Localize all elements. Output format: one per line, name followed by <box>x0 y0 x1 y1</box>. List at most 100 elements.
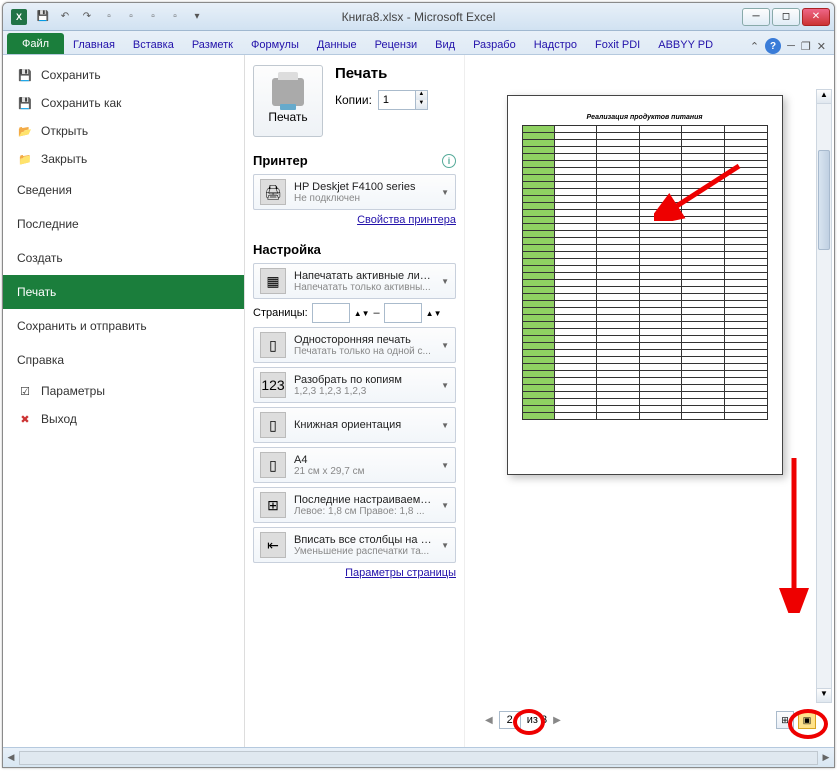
qat-save-icon[interactable]: 💾 <box>35 9 51 25</box>
scroll-thumb[interactable] <box>818 150 830 250</box>
tab-data[interactable]: Данные <box>308 34 366 54</box>
qat-btn[interactable]: ▫ <box>167 9 183 25</box>
copies-label: Копии: <box>335 93 372 107</box>
print-button[interactable]: Печать <box>253 65 323 137</box>
printer-device-icon: 🖨 <box>260 179 286 205</box>
tab-layout[interactable]: Разметк <box>183 34 242 54</box>
qat-btn[interactable]: ▫ <box>145 9 161 25</box>
margins-icon: ⊞ <box>260 492 286 518</box>
hscroll-right-icon[interactable]: ▶ <box>818 752 834 763</box>
printer-properties-link[interactable]: Свойства принтера <box>253 214 456 226</box>
copies-input[interactable] <box>379 91 415 109</box>
collate-icon: 123 <box>260 372 286 398</box>
page-icon: ▯ <box>260 332 286 358</box>
ribbon-collapse-icon[interactable]: ⌃ <box>750 40 759 53</box>
scaling-select[interactable]: ⇤ Вписать все столбцы на одн...Уменьшени… <box>253 527 456 563</box>
titlebar: X 💾 ↶ ↷ ▫ ▫ ▫ ▫ ▾ Книга8.xlsx - Microsof… <box>3 3 834 31</box>
chevron-down-icon: ▼ <box>441 541 449 550</box>
tab-formulas[interactable]: Формулы <box>242 34 308 54</box>
chevron-down-icon: ▼ <box>441 277 449 286</box>
tab-file[interactable]: Файл <box>7 33 64 54</box>
sidebar-save[interactable]: 💾Сохранить <box>3 61 244 89</box>
sides-select[interactable]: ▯ Односторонняя печатьПечатать только на… <box>253 327 456 363</box>
help-icon[interactable]: ? <box>765 38 781 54</box>
quick-access-toolbar: 💾 ↶ ↷ ▫ ▫ ▫ ▫ ▾ <box>35 9 205 25</box>
scroll-down-icon[interactable]: ▼ <box>817 688 831 702</box>
collate-select[interactable]: 123 Разобрать по копиям1,2,3 1,2,3 1,2,3… <box>253 367 456 403</box>
sidebar-saveas[interactable]: 💾Сохранить как <box>3 89 244 117</box>
qat-dropdown-icon[interactable]: ▾ <box>189 9 205 25</box>
margins-select[interactable]: ⊞ Последние настраиваемые ...Левое: 1,8 … <box>253 487 456 523</box>
fit-icon: ⇤ <box>260 532 286 558</box>
tab-insert[interactable]: Вставка <box>124 34 183 54</box>
chevron-down-icon: ▼ <box>441 421 449 430</box>
exit-icon: ✖ <box>17 411 33 427</box>
excel-icon: X <box>11 9 27 25</box>
maximize-button[interactable]: ◻ <box>772 8 800 26</box>
page-setup-link[interactable]: Параметры страницы <box>253 567 456 579</box>
tab-dev[interactable]: Разрабо <box>464 34 525 54</box>
tab-review[interactable]: Рецензи <box>366 34 427 54</box>
next-page-button[interactable]: ▶ <box>553 715 561 726</box>
printer-icon <box>272 78 304 106</box>
scroll-up-icon[interactable]: ▲ <box>817 90 831 104</box>
page-to-input[interactable] <box>384 303 422 323</box>
open-icon: 📂 <box>17 123 33 139</box>
spin-up-icon[interactable]: ▲ <box>416 91 427 100</box>
preview-table-title: Реализация продуктов питания <box>522 114 768 121</box>
show-margins-button[interactable]: ⊞ <box>776 711 794 729</box>
prev-page-button[interactable]: ◀ <box>485 715 493 726</box>
sheets-icon: ▦ <box>260 268 286 294</box>
settings-section: Настройка <box>253 242 321 257</box>
sidebar-close[interactable]: 📁Закрыть <box>3 145 244 173</box>
qat-redo-icon[interactable]: ↷ <box>79 9 95 25</box>
sidebar-share[interactable]: Сохранить и отправить <box>3 309 244 343</box>
hscroll-track[interactable] <box>19 751 818 765</box>
statusbar: ◀ ▶ <box>3 747 834 767</box>
chevron-down-icon: ▼ <box>441 188 449 197</box>
doc-minimize-icon[interactable]: ─ <box>787 40 795 52</box>
sidebar-print[interactable]: Печать <box>3 275 244 309</box>
saveas-icon: 💾 <box>17 95 33 111</box>
page-from-input[interactable] <box>312 303 350 323</box>
preview-nav: ◀ из 3 ▶ <box>485 711 561 729</box>
hscroll-left-icon[interactable]: ◀ <box>3 752 19 763</box>
sidebar-exit[interactable]: ✖Выход <box>3 405 244 433</box>
print-heading: Печать <box>335 65 456 82</box>
qat-undo-icon[interactable]: ↶ <box>57 9 73 25</box>
tab-addins[interactable]: Надстро <box>525 34 586 54</box>
ribbon-tabs: Файл Главная Вставка Разметк Формулы Дан… <box>3 31 834 55</box>
options-icon: ☑ <box>17 383 33 399</box>
paper-size-select[interactable]: ▯ A421 см x 29,7 см ▼ <box>253 447 456 483</box>
sidebar-new[interactable]: Создать <box>3 241 244 275</box>
info-icon[interactable]: i <box>442 154 456 168</box>
sidebar-info[interactable]: Сведения <box>3 173 244 207</box>
printer-select[interactable]: 🖨 HP Deskjet F4100 seriesНе подключен ▼ <box>253 174 456 210</box>
tab-foxit[interactable]: Foxit PDI <box>586 34 649 54</box>
page-number-input[interactable] <box>499 711 521 729</box>
orientation-select[interactable]: ▯ Книжная ориентация ▼ <box>253 407 456 443</box>
tab-home[interactable]: Главная <box>64 34 124 54</box>
chevron-down-icon: ▼ <box>441 381 449 390</box>
vertical-scrollbar[interactable]: ▲ ▼ <box>816 89 832 703</box>
zoom-to-page-button[interactable]: ▣ <box>798 711 816 729</box>
window-title: Книга8.xlsx - Microsoft Excel <box>342 10 496 24</box>
doc-restore-icon[interactable]: ❐ <box>801 40 811 53</box>
sidebar-open[interactable]: 📂Открыть <box>3 117 244 145</box>
page-of-label: из 3 <box>527 714 547 726</box>
minimize-button[interactable]: ─ <box>742 8 770 26</box>
preview-page: Реализация продуктов питания <box>507 95 783 475</box>
close-button[interactable]: ✕ <box>802 8 830 26</box>
sidebar-recent[interactable]: Последние <box>3 207 244 241</box>
tab-view[interactable]: Вид <box>426 34 464 54</box>
chevron-down-icon: ▼ <box>441 341 449 350</box>
copies-spinner[interactable]: ▲▼ <box>378 90 428 110</box>
sidebar-help[interactable]: Справка <box>3 343 244 377</box>
qat-btn[interactable]: ▫ <box>101 9 117 25</box>
doc-close-icon[interactable]: ✕ <box>817 40 826 53</box>
spin-down-icon[interactable]: ▼ <box>416 100 427 109</box>
qat-btn[interactable]: ▫ <box>123 9 139 25</box>
print-what-select[interactable]: ▦ Напечатать активные листыНапечатать то… <box>253 263 456 299</box>
tab-abbyy[interactable]: ABBYY PD <box>649 34 722 54</box>
sidebar-options[interactable]: ☑Параметры <box>3 377 244 405</box>
